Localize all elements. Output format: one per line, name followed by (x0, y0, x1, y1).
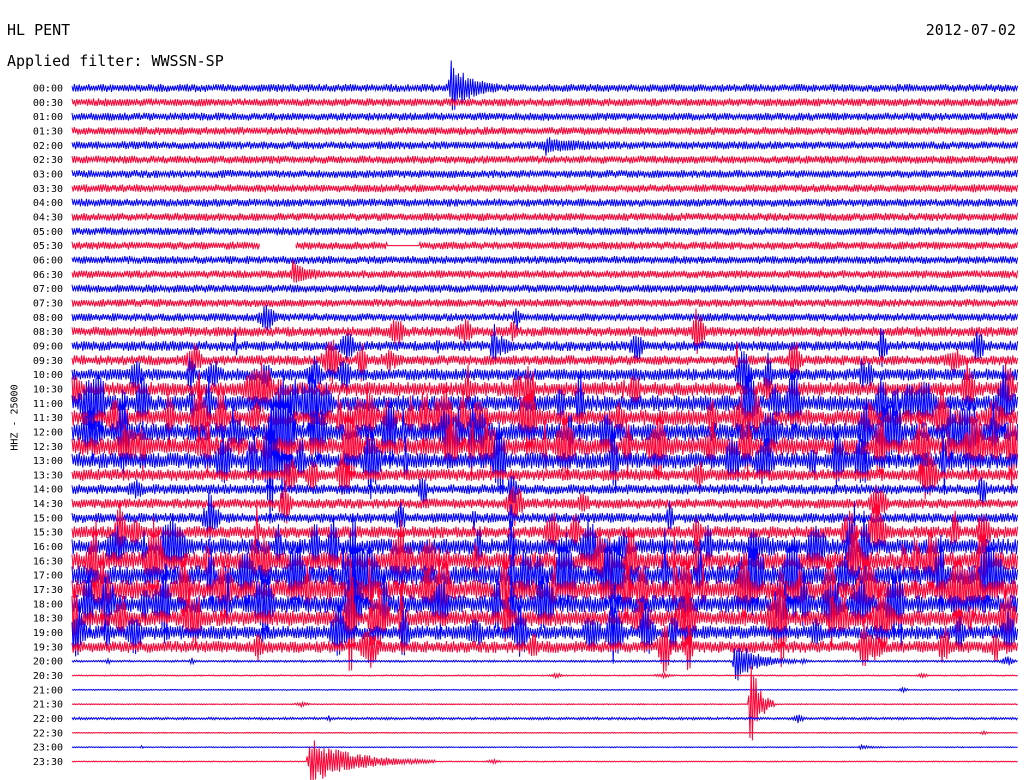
row-label: 20:00 (33, 657, 63, 668)
row-label: 04:30 (33, 212, 63, 223)
helicorder-plot: 00:00 00:30 01:00 01:30 02:00 02:30 03:00 03:30… (33, 60, 1019, 780)
row-label: 21:30 (33, 700, 63, 711)
data-gap (259, 237, 296, 254)
row-label: 05:30 (33, 241, 63, 252)
trace-line (71, 198, 1019, 208)
row-label: 01:30 (33, 126, 63, 137)
row-label: 13:00 (33, 456, 63, 467)
trace-line (71, 183, 1019, 193)
row-label: 20:30 (33, 671, 63, 682)
trace-line (71, 212, 1019, 222)
row-label: 16:00 (33, 542, 63, 553)
row-label: 03:00 (33, 169, 63, 180)
row-label: 15:00 (33, 513, 63, 524)
row-label: 07:00 (33, 284, 63, 295)
row-label: 22:30 (33, 728, 63, 739)
trace-line (71, 305, 1019, 331)
row-label: 21:00 (33, 685, 63, 696)
row-label: 02:00 (33, 141, 63, 152)
row-label: 08:00 (33, 313, 63, 324)
trace-line (71, 260, 1019, 283)
row-label: 19:30 (33, 642, 63, 653)
row-label: 00:30 (33, 98, 63, 109)
row-label: 17:00 (33, 571, 63, 582)
row-label: 10:00 (33, 370, 63, 381)
row-label: 01:00 (33, 112, 63, 123)
row-label: 17:30 (33, 585, 63, 596)
row-label: 14:30 (33, 499, 63, 510)
row-label: 00:00 (33, 84, 63, 95)
row-label: 23:30 (33, 757, 63, 768)
row-label: 13:30 (33, 470, 63, 481)
trace-line (71, 671, 1018, 680)
row-label: 04:00 (33, 198, 63, 209)
trace-line (71, 714, 1019, 724)
trace-line (71, 240, 1019, 251)
row-label: 05:00 (33, 227, 63, 238)
row-label: 10:30 (33, 384, 63, 395)
row-label: 09:30 (33, 356, 63, 367)
row-label-group: 00:00 00:30 01:00 01:30 02:00 02:30 03:00 03:30… (33, 84, 63, 769)
row-label: 23:00 (33, 743, 63, 754)
row-label: 14:00 (33, 485, 63, 496)
row-label: 11:00 (33, 399, 63, 410)
trace-line (71, 98, 1019, 107)
row-label: 07:30 (33, 298, 63, 309)
row-label: 06:00 (33, 255, 63, 266)
trace-line (71, 284, 1019, 294)
row-label: 03:30 (33, 184, 63, 195)
row-label: 16:30 (33, 556, 63, 567)
row-label: 12:30 (33, 442, 63, 453)
trace-line (71, 255, 1019, 265)
row-label: 06:30 (33, 270, 63, 281)
trace-line (71, 686, 1018, 694)
row-label: 18:30 (33, 614, 63, 625)
row-label: 12:00 (33, 427, 63, 438)
trace-line (71, 729, 1018, 736)
row-label: 08:30 (33, 327, 63, 338)
trace-line (71, 112, 1019, 122)
trace-line (71, 226, 1019, 236)
trace-line (71, 169, 1019, 179)
trace-line (71, 137, 1019, 156)
row-label: 02:30 (33, 155, 63, 166)
row-label: 22:00 (33, 714, 63, 725)
trace-line (71, 298, 1019, 308)
row-label: 19:00 (33, 628, 63, 639)
row-label: 11:30 (33, 413, 63, 424)
trace-line (71, 126, 1019, 136)
trace-line (71, 666, 1018, 741)
row-label: 09:00 (33, 341, 63, 352)
trace-line (71, 155, 1019, 165)
row-label: 15:30 (33, 528, 63, 539)
trace-group (71, 60, 1019, 780)
trace-line (71, 743, 1018, 751)
row-label: 18:00 (33, 599, 63, 610)
